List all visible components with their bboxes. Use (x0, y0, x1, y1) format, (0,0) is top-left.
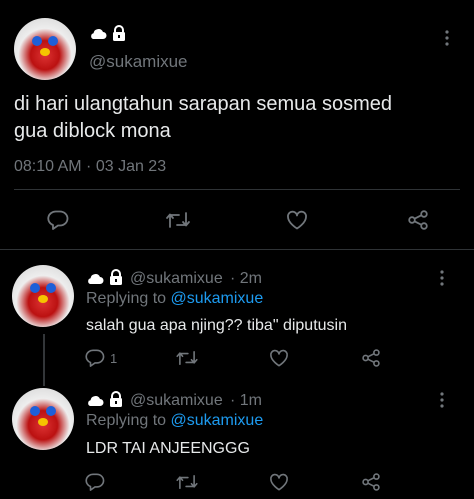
like-icon[interactable] (283, 206, 311, 234)
thread-line (43, 334, 45, 386)
lock-icon (111, 25, 127, 42)
lock-icon (108, 269, 124, 286)
lock-icon (108, 391, 124, 408)
more-options-icon[interactable] (435, 390, 449, 410)
author-handle[interactable]: @sukamixue (130, 270, 223, 288)
divider (0, 249, 474, 250)
replying-to-label: Replying to (86, 290, 167, 307)
reply-count: 1 (110, 351, 118, 366)
replying-to: Replying to @sukamixue (86, 412, 263, 430)
divider (14, 189, 460, 190)
reply-icon[interactable] (44, 206, 72, 234)
timestamp: 08:10 AM · 03 Jan 23 (14, 158, 167, 175)
more-options-icon[interactable] (440, 28, 454, 48)
author-handle[interactable]: @sukamixue (89, 52, 188, 72)
share-icon[interactable] (360, 471, 382, 493)
reply-time: · 2m (230, 270, 262, 287)
like-icon[interactable] (268, 347, 290, 369)
reply-text: LDR TAI ANJEENGGG (86, 440, 250, 457)
avatar[interactable] (14, 18, 76, 80)
tweet-text: gua diblock mona (14, 120, 171, 142)
reply-text: salah gua apa njing?? tiba" diputusin (86, 317, 347, 334)
avatar[interactable] (12, 388, 74, 450)
author-handle[interactable]: @sukamixue (130, 392, 223, 410)
share-icon[interactable] (404, 206, 432, 234)
cloud-icon (89, 28, 107, 40)
retweet-icon[interactable] (174, 347, 200, 369)
replying-to-handle[interactable]: @sukamixue (171, 412, 264, 429)
retweet-icon[interactable] (174, 471, 200, 493)
replying-to: Replying to @sukamixue (86, 290, 263, 308)
reply-icon[interactable] (84, 471, 106, 493)
replying-to-handle[interactable]: @sukamixue (171, 290, 264, 307)
retweet-icon[interactable] (163, 206, 193, 234)
reply-icon[interactable] (84, 347, 106, 369)
more-options-icon[interactable] (435, 268, 449, 288)
reply-time: · 1m (230, 392, 262, 409)
cloud-icon (86, 273, 104, 285)
share-icon[interactable] (360, 347, 382, 369)
tweet-text: di hari ulangtahun sarapan semua sosmed (14, 93, 393, 115)
cloud-icon (86, 395, 104, 407)
avatar[interactable] (12, 265, 74, 327)
replying-to-label: Replying to (86, 412, 167, 429)
like-icon[interactable] (268, 471, 290, 493)
